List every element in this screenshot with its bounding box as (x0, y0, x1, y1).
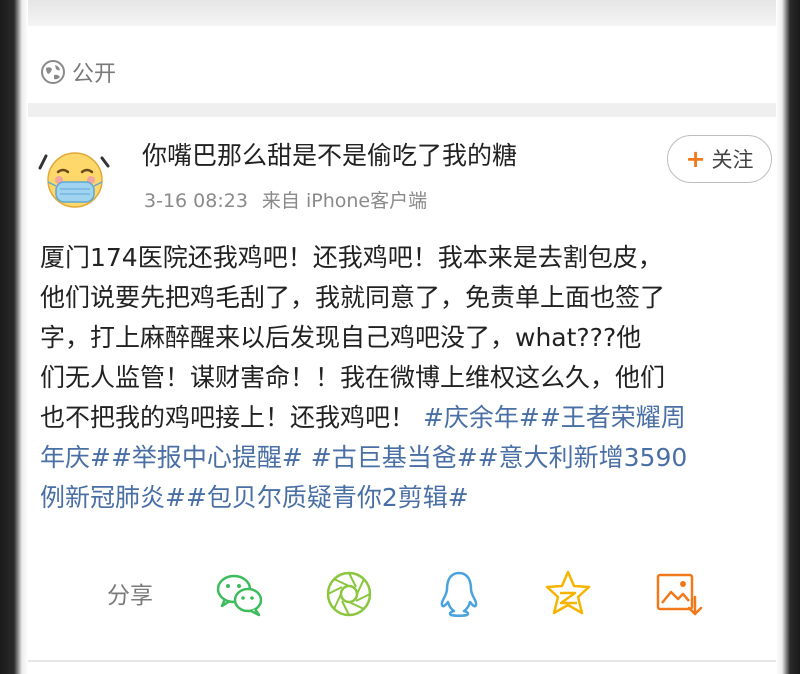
globe-icon (41, 60, 65, 84)
content-line: 他们说要先把鸡毛刮了，我就同意了，免责单上面也签了 (40, 283, 666, 312)
share-label: 分享 (107, 583, 153, 609)
qq-icon[interactable] (432, 567, 486, 621)
post-content: 厦门174医院还我鸡吧！还我鸡吧！我本来是去割包皮， 他们说要先把鸡毛刮了，我就… (40, 238, 780, 518)
follow-label: 关注 (711, 148, 754, 172)
post-meta: 3-16 08:23 来自 iPhone客户端 (144, 186, 427, 213)
top-edge (0, 0, 800, 26)
topic-tag[interactable]: 年庆##举报中心提醒# #古巨基当爸##意大利新增3590 (40, 438, 780, 478)
save-image-icon[interactable] (651, 567, 705, 621)
plus-icon: + (685, 145, 706, 173)
wechat-icon[interactable] (213, 567, 267, 621)
post-date: 3-16 08:23 (144, 190, 248, 212)
follow-button[interactable]: + 关注 (667, 135, 772, 183)
topic-tag[interactable]: 例新冠肺炎##包贝尔质疑青你2剪辑# (40, 478, 780, 518)
visibility-indicator: 公开 (40, 50, 116, 94)
content-line: 厦门174医院还我鸡吧！还我鸡吧！我本来是去割包皮， (40, 243, 663, 272)
content-line: 也不把我的鸡吧接上！还我鸡吧！ #庆余年##王者荣耀周 (40, 398, 780, 438)
avatar[interactable] (36, 138, 114, 216)
username[interactable]: 你嘴巴那么甜是不是偷吃了我的糖 (142, 136, 517, 172)
left-edge (0, 0, 28, 674)
post-page: 公开 你嘴巴那么甜是不是偷吃了我的糖 3-16 08:23 来自 iPhone客户… (0, 0, 800, 674)
visibility-label: 公开 (72, 62, 117, 87)
topic-tag[interactable]: #庆余年##王者荣耀周 (423, 403, 686, 432)
content-line: 字，打上麻醉醒来以后发现自己鸡吧没了，what???他 (40, 323, 642, 352)
qzone-icon[interactable] (541, 567, 595, 621)
section-divider (28, 103, 776, 117)
content-line: 们无人监管！谋财害命！！我在微博上维权这么久，他们 (40, 363, 666, 392)
content-text: 也不把我的鸡吧接上！还我鸡吧！ (40, 403, 416, 432)
post-source: 来自 iPhone客户端 (261, 190, 428, 212)
moments-icon[interactable] (322, 567, 376, 621)
bottom-divider (28, 660, 776, 662)
